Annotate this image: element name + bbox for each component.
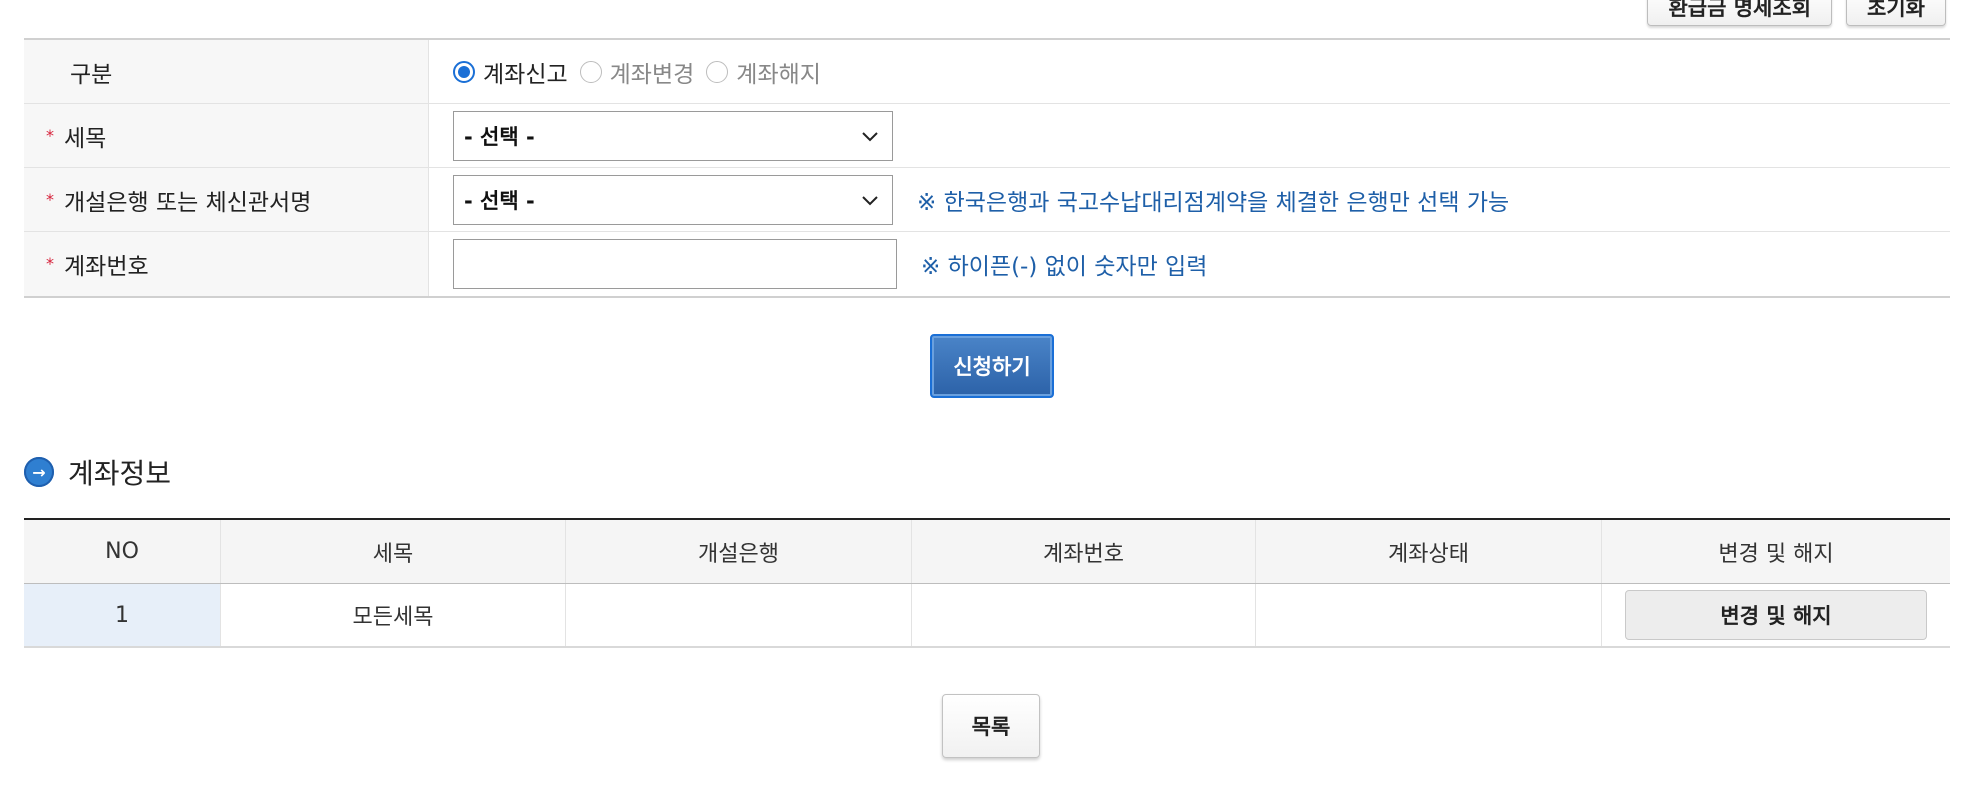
list-button[interactable]: 목록: [942, 694, 1040, 758]
table-header: NO 세목 개설은행 계좌번호 계좌상태 변경 및 해지: [24, 520, 1950, 584]
header-tax-item: 세목: [221, 520, 566, 583]
submit-wrap: 신청하기: [930, 334, 1054, 398]
header-action: 변경 및 해지: [1718, 541, 1834, 567]
submit-button[interactable]: 신청하기: [930, 334, 1054, 398]
type-cell: 계좌신고 계좌변경 계좌해지: [429, 40, 1950, 103]
account-info-table: NO 세목 개설은행 계좌번호 계좌상태 변경 및 해지 1 모든세목 변경 및…: [24, 518, 1950, 648]
list-wrap: 목록: [942, 694, 1040, 758]
header-status: 계좌상태: [1256, 520, 1602, 583]
bank-cell: - 선택 - ※ 한국은행과 국고수납대리점계약을 체결한 은행만 선택 가능: [429, 168, 1950, 231]
radio-account-register[interactable]: [453, 60, 475, 83]
account-number-input[interactable]: [453, 239, 897, 289]
reset-button[interactable]: 초기화: [1846, 0, 1946, 26]
top-actions: 환급금 명세조회 초기화: [1647, 0, 1946, 26]
refund-lookup-button[interactable]: 환급금 명세조회: [1647, 0, 1833, 26]
header-no: NO: [24, 520, 221, 583]
tax-item-select[interactable]: - 선택 -: [453, 110, 893, 161]
arrow-right-circle-icon: →: [24, 457, 54, 487]
tax-item-cell: - 선택 -: [429, 104, 1950, 167]
header-account: 계좌번호: [912, 520, 1256, 583]
required-icon: *: [46, 189, 54, 209]
cell-action: 변경 및 해지: [1602, 584, 1950, 646]
cell-status: [1256, 584, 1602, 646]
table-row: 1 모든세목 변경 및 해지: [24, 584, 1950, 648]
row-bank: * 개설은행 또는 체신관서명 - 선택 - ※ 한국은행과 국고수납대리점계약…: [24, 168, 1950, 232]
radio-label-register[interactable]: 계좌신고: [483, 55, 568, 89]
radio-label-close[interactable]: 계좌해지: [736, 55, 821, 89]
radio-label-change[interactable]: 계좌변경: [610, 55, 695, 89]
radio-account-change[interactable]: [579, 60, 602, 83]
cell-no: 1: [24, 584, 221, 646]
section-title: → 계좌정보: [24, 452, 171, 492]
account-form: 구분 계좌신고 계좌변경 계좌해지 * 세목 - 선택 - * 개설은행 또는 …: [24, 38, 1950, 298]
header-bank: 개설은행: [566, 520, 912, 583]
row-account: * 계좌번호 ※ 하이픈(-) 없이 숫자만 입력: [24, 232, 1950, 296]
account-label: * 계좌번호: [24, 232, 429, 296]
bank-label: * 개설은행 또는 체신관서명: [24, 168, 429, 231]
change-or-close-button[interactable]: 변경 및 해지: [1625, 590, 1927, 640]
account-hint: ※ 하이픈(-) 없이 숫자만 입력: [921, 254, 1208, 280]
row-tax-item: * 세목 - 선택 -: [24, 104, 1950, 168]
chevron-down-icon: [862, 131, 878, 141]
account-cell: ※ 하이픈(-) 없이 숫자만 입력: [429, 232, 1950, 296]
cell-tax-item: 모든세목: [221, 584, 566, 646]
radio-account-close[interactable]: [706, 60, 729, 83]
type-label: 구분: [24, 40, 429, 103]
bank-hint: ※ 한국은행과 국고수납대리점계약을 체결한 은행만 선택 가능: [917, 189, 1510, 216]
required-icon: *: [46, 125, 54, 145]
type-radio-group: 계좌신고 계좌변경 계좌해지: [453, 55, 833, 89]
chevron-down-icon: [862, 195, 878, 205]
tax-item-label: * 세목: [24, 104, 429, 167]
cell-bank: [566, 584, 912, 646]
cell-account: [912, 584, 1256, 646]
bank-select[interactable]: - 선택 -: [453, 174, 893, 225]
required-icon: *: [46, 254, 54, 273]
row-type: 구분 계좌신고 계좌변경 계좌해지: [24, 40, 1950, 104]
